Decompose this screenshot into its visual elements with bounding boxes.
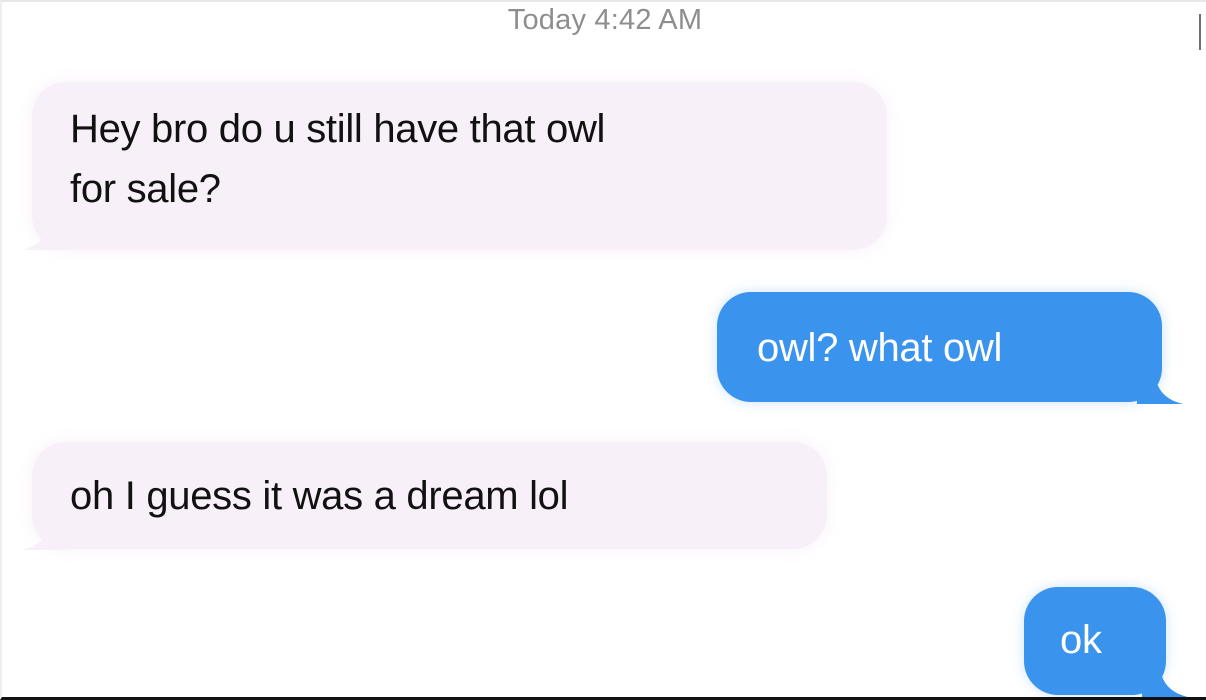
message-text-line: Hey bro do u still have that owl — [70, 107, 606, 151]
message-text-line: for sale? — [70, 167, 221, 211]
message-text-line: owl? what owl — [757, 326, 1003, 370]
incoming-bubble-tail-icon — [22, 522, 68, 550]
message-timestamp: Today 4:42 AM — [507, 4, 703, 36]
message-screen: Today 4:42 AM Hey bro do u still have th… — [0, 0, 1206, 700]
incoming-message-bubble[interactable]: oh I guess it was a dream lol — [22, 442, 827, 550]
outgoing-message-bubble[interactable]: ok — [1024, 587, 1188, 697]
message-text-line: oh I guess it was a dream lol — [70, 474, 569, 518]
outgoing-bubble-tail-icon — [1142, 669, 1188, 697]
incoming-bubble-tail-icon — [22, 222, 68, 250]
incoming-message-bubble[interactable]: Hey bro do u still have that owl for sal… — [22, 82, 887, 250]
outgoing-bubble-tail-icon — [1137, 376, 1183, 404]
message-text-line: ok — [1060, 618, 1102, 662]
outgoing-message-bubble[interactable]: owl? what owl — [717, 292, 1183, 404]
